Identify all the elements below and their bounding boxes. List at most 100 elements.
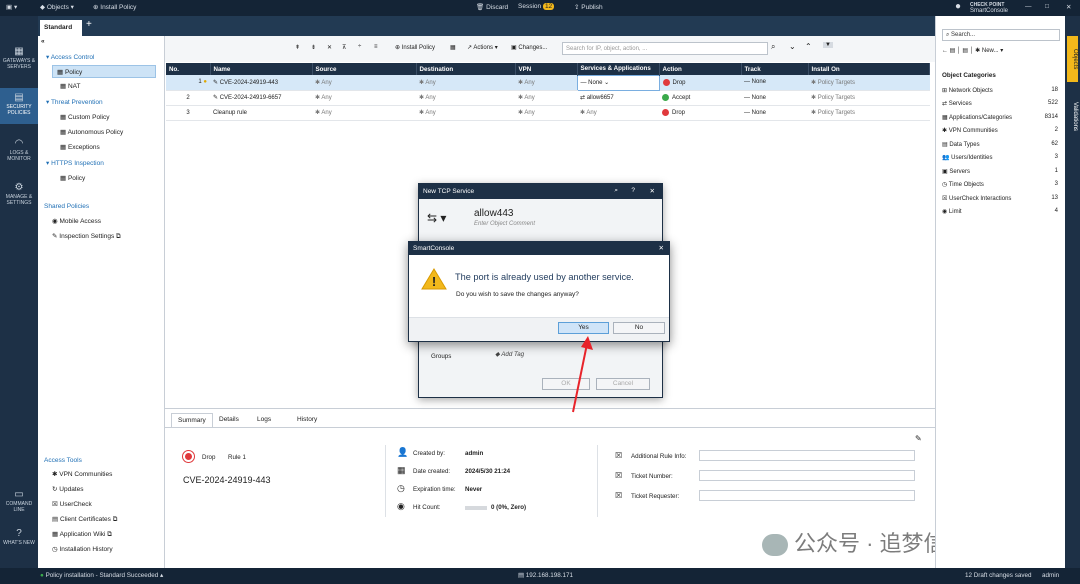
close-icon[interactable]: ✕ xyxy=(650,187,655,195)
tree-autonomous-policy[interactable]: ▦ Autonomous Policy xyxy=(60,128,123,136)
actions-menu[interactable]: ↗ Actions ▾ xyxy=(467,44,498,51)
service-name-field[interactable]: allow443 xyxy=(474,208,513,219)
rule-name-cell[interactable]: ✎ CVE-2024-24919-443 xyxy=(210,75,312,91)
minimize-icon[interactable]: — xyxy=(1025,3,1032,10)
nav-security-policies[interactable]: ▤ SECURITY POLICIES xyxy=(0,88,38,124)
category-vpn-communities[interactable]: ✱ VPN Communities 2 xyxy=(942,127,1062,134)
install-on-cell[interactable]: ✱ Policy Targets xyxy=(808,105,930,121)
collapse-icon[interactable]: « xyxy=(41,38,45,45)
add-rule-below-icon[interactable]: ⇟ xyxy=(311,44,316,51)
close-icon[interactable]: ✕ xyxy=(659,244,664,252)
discard-button[interactable]: 🗑 Discard xyxy=(476,3,508,11)
tree-https-inspection[interactable]: ▾ HTTPS Inspection xyxy=(46,159,104,167)
source-cell[interactable]: ✱ Any xyxy=(312,75,416,91)
layers-icon[interactable]: ≡ xyxy=(374,44,378,50)
section-icon[interactable]: ⊼ xyxy=(342,44,346,51)
toolbar-install-policy[interactable]: ⊕ Install Policy xyxy=(395,44,435,51)
tab-history[interactable]: History xyxy=(291,413,323,426)
publish-button[interactable]: ⇪ Publish xyxy=(574,3,603,11)
install-on-cell[interactable]: ✱ Policy Targets xyxy=(808,90,930,106)
tool-updates[interactable]: ↻ Updates xyxy=(52,485,83,493)
source-cell[interactable]: ✱ Any xyxy=(312,90,416,106)
table-row[interactable]: 3 Cleanup rule ✱ Any ✱ Any ✱ Any ✱ Any D… xyxy=(166,105,930,121)
install-on-cell[interactable]: ✱ Policy Targets xyxy=(808,75,930,91)
tool-usercheck[interactable]: ☒ UserCheck xyxy=(52,500,92,508)
col-services[interactable]: Services & Applications xyxy=(577,63,660,75)
nav-manage[interactable]: ⚙ MANAGE & SETTINGS xyxy=(0,182,38,206)
search-icon[interactable]: ⌕ xyxy=(614,187,618,195)
nav-gateways[interactable]: ▦ GATEWAYS & SERVERS xyxy=(0,46,38,70)
changes-button[interactable]: ▣ Changes... xyxy=(511,44,547,51)
tab-standard[interactable]: Standard xyxy=(40,20,82,36)
tool-installation-history[interactable]: ◷ Installation History xyxy=(52,545,113,553)
category-users[interactable]: 👥 Users/Identities 3 xyxy=(942,154,1062,161)
tool-vpn-communities[interactable]: ✱ VPN Communities xyxy=(52,470,112,478)
tree-https-policy[interactable]: ▦ Policy xyxy=(60,174,85,182)
destination-cell[interactable]: ✱ Any xyxy=(416,105,515,121)
col-no[interactable]: No. xyxy=(166,63,211,75)
objects-nav-icons[interactable]: ← ▤ │ ▤ │ ✱ New... ▾ xyxy=(942,47,1062,54)
tree-custom-policy[interactable]: ▦ Custom Policy xyxy=(60,113,110,121)
category-applications[interactable]: ▦ Applications/Categories 8314 xyxy=(942,114,1062,121)
vpn-cell[interactable]: ✱ Any xyxy=(515,105,577,121)
col-destination[interactable]: Destination xyxy=(416,63,516,75)
rule-search-input[interactable]: Search for IP, object, action, ... xyxy=(562,42,768,55)
chevron-up-icon[interactable]: ⌃ xyxy=(805,42,812,51)
services-cell[interactable]: ✱ Any xyxy=(577,105,659,121)
nav-whats-new[interactable]: ? WHAT'S NEW xyxy=(0,528,38,546)
ticket-number-field[interactable] xyxy=(699,470,915,481)
category-time-objects[interactable]: ◷ Time Objects 3 xyxy=(942,181,1062,188)
category-limit[interactable]: ◉ Limit 4 xyxy=(942,208,1062,215)
menu-icon[interactable]: ▣ ▾ xyxy=(6,3,17,11)
col-source[interactable]: Source xyxy=(312,63,417,75)
install-policy-button[interactable]: ⊕ Install Policy xyxy=(93,3,136,11)
nav-command-line[interactable]: ▭ COMMAND LINE xyxy=(0,489,38,513)
track-cell[interactable]: — None xyxy=(741,75,808,91)
new-object-button[interactable]: New... xyxy=(982,48,999,54)
tree-mobile-access[interactable]: ◉ Mobile Access xyxy=(52,217,101,225)
tree-threat-prevention[interactable]: ▾ Threat Prevention xyxy=(46,98,103,106)
tree-exceptions[interactable]: ▦ Exceptions xyxy=(60,143,100,151)
side-tab-objects[interactable]: Objects xyxy=(1067,36,1078,82)
col-action[interactable]: Action xyxy=(659,63,742,75)
objects-menu[interactable]: ◆ Objects ▾ xyxy=(40,3,74,11)
vpn-cell[interactable]: ✱ Any xyxy=(515,75,577,91)
category-usercheck[interactable]: ☒ UserCheck Interactions 13 xyxy=(942,195,1062,202)
install-status[interactable]: ● Policy installation - Standard Succeed… xyxy=(40,572,163,579)
tree-inspection-settings[interactable]: ✎ Inspection Settings ⧉ xyxy=(52,232,121,241)
side-tab-validations[interactable]: Validations xyxy=(1067,86,1078,146)
destination-cell[interactable]: ✱ Any xyxy=(416,90,515,106)
chevron-down-icon[interactable]: ⌄ xyxy=(789,42,796,51)
cancel-button[interactable]: Cancel xyxy=(596,378,650,390)
category-servers[interactable]: ▣ Servers 1 xyxy=(942,168,1062,175)
close-icon[interactable]: ✕ xyxy=(1066,3,1071,11)
maximize-icon[interactable]: □ xyxy=(1045,3,1049,10)
source-cell[interactable]: ✱ Any xyxy=(312,105,416,121)
delete-rule-icon[interactable]: ✕ xyxy=(327,44,332,51)
services-cell[interactable]: ⇄ allow6657 xyxy=(577,90,659,106)
comment-field[interactable]: Enter Object Comment xyxy=(474,221,535,227)
help-icon[interactable]: ? xyxy=(631,187,635,194)
track-cell[interactable]: — None xyxy=(741,90,808,106)
add-tab-icon[interactable]: + xyxy=(86,19,92,30)
tool-client-certificates[interactable]: ▤ Client Certificates ⧉ xyxy=(52,515,117,524)
tree-access-control[interactable]: ▾ Access Control xyxy=(46,53,94,61)
divider-icon[interactable]: ÷ xyxy=(358,44,361,50)
search-icon[interactable]: ⌕ xyxy=(771,42,775,52)
col-install-on[interactable]: Install On xyxy=(808,63,930,75)
yes-button[interactable]: Yes xyxy=(558,322,609,334)
nav-logs[interactable]: ◠ LOGS & MONITOR xyxy=(0,138,38,162)
category-services[interactable]: ⇄ Services 522 xyxy=(942,100,1062,107)
action-cell[interactable]: Accept xyxy=(659,90,741,106)
tool-application-wiki[interactable]: ▦ Application Wiki ⧉ xyxy=(52,530,112,539)
tree-nat[interactable]: ▦ NAT xyxy=(60,82,80,90)
filter-icon[interactable]: ▼ xyxy=(823,42,833,48)
col-name[interactable]: Name xyxy=(210,63,313,75)
col-vpn[interactable]: VPN xyxy=(515,63,578,75)
add-rule-above-icon[interactable]: ⇞ xyxy=(295,44,300,51)
tab-logs[interactable]: Logs xyxy=(251,413,277,426)
no-button[interactable]: No xyxy=(613,322,665,334)
tcp-service-icon[interactable]: ⇆ ▾ xyxy=(427,211,446,225)
additional-info-field[interactable] xyxy=(699,450,915,461)
action-cell[interactable]: Drop xyxy=(659,75,741,91)
